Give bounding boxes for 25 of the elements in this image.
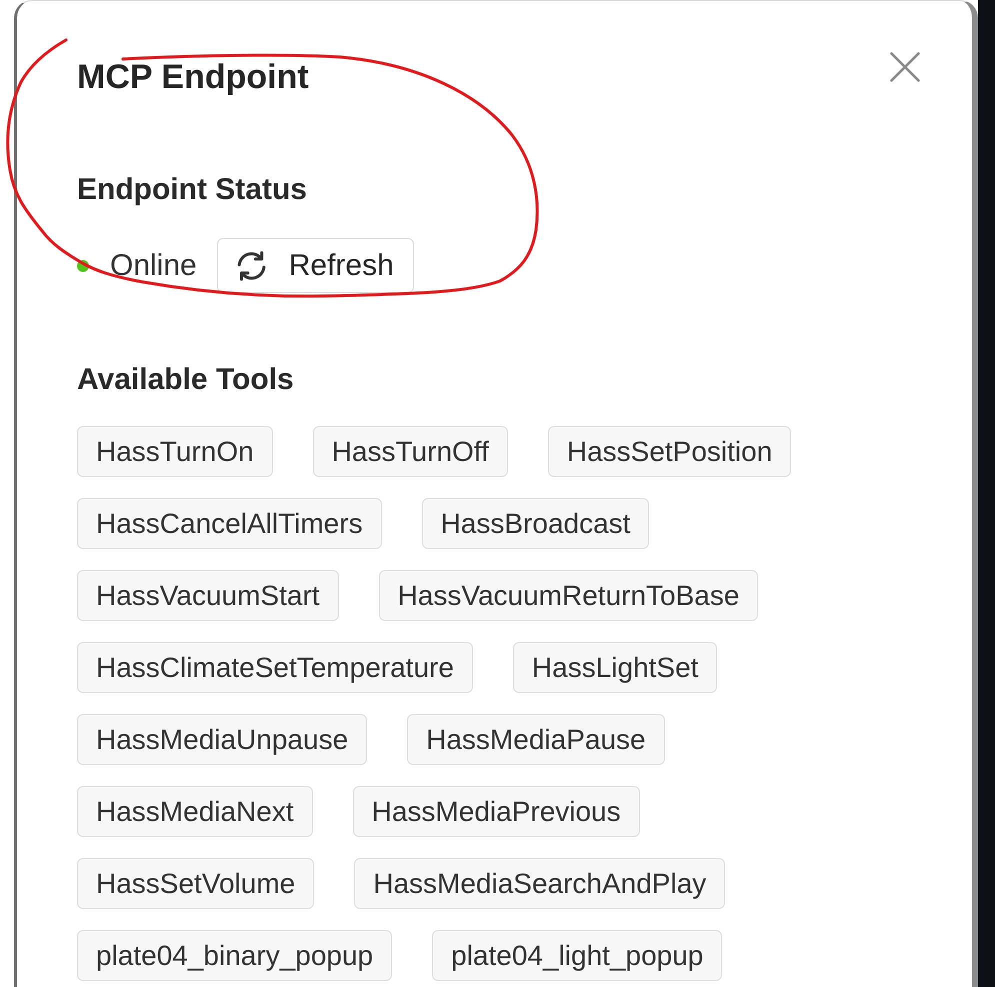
tool-chip: HassTurnOn [77,426,273,477]
tool-chip: HassTurnOff [312,426,508,477]
dialog-title: MCP Endpoint [77,57,309,98]
tool-chip: HassBroadcast [422,498,650,549]
tool-chip: plate04_binary_popup [77,930,392,981]
tool-chip: HassLightSet [512,642,718,693]
tool-chip: HassMediaPause [407,714,665,765]
refresh-icon [236,250,267,280]
status-label: Online [110,248,197,284]
tool-chip: HassSetPosition [548,426,792,477]
tool-chip: HassMediaNext [77,786,313,837]
tool-chip: plate04_light_popup [432,930,722,981]
refresh-button[interactable]: Refresh [216,238,414,293]
tool-chip: HassVacuumReturnToBase [378,570,758,621]
tool-chip: HassClimateSetTemperature [77,642,473,693]
tool-chip: HassVacuumStart [77,570,339,621]
tool-chip: HassMediaSearchAndPlay [354,858,726,909]
section-heading: Available Tools [77,362,295,398]
tool-chip: HassMediaPrevious [352,786,640,837]
close-icon [890,52,920,82]
tool-chip: HassCancelAllTimers [77,498,382,549]
section-heading: Endpoint Status [77,172,308,208]
close-button[interactable] [890,52,920,82]
tool-chip: HassMediaUnpause [77,714,368,765]
tool-chip: HassSetVolume [77,858,314,909]
